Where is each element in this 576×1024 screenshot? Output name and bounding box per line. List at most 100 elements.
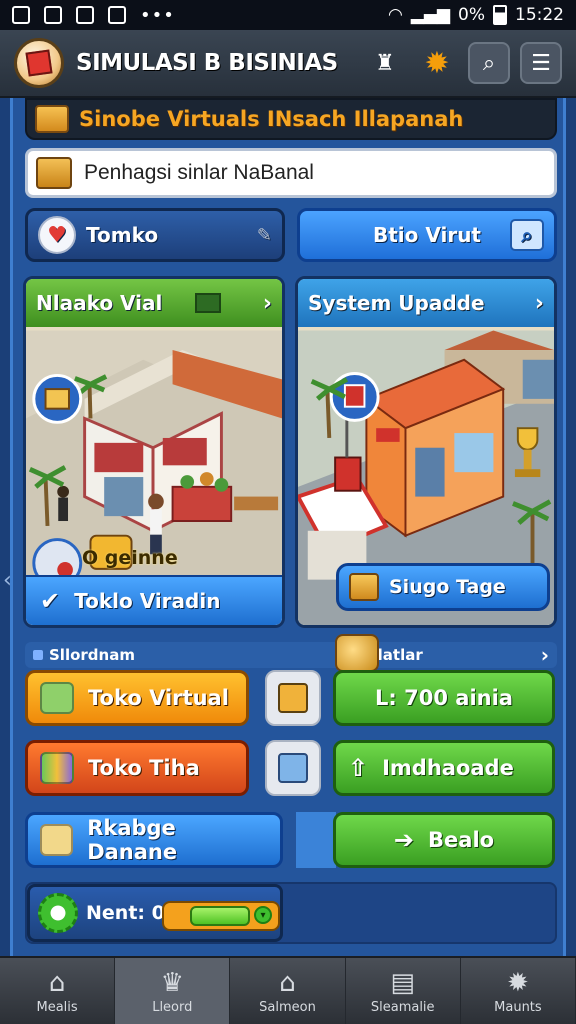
figure-icon[interactable]: ♜ bbox=[364, 42, 406, 84]
wifi-icon: ◠ bbox=[387, 5, 403, 25]
store-visit-button[interactable]: ✔ Toklo Viradin bbox=[26, 575, 282, 625]
search-button[interactable]: ⌕ bbox=[468, 42, 510, 84]
goods-icon bbox=[40, 752, 74, 784]
upgrade-button[interactable]: ⇧ Imdhaoade bbox=[333, 740, 555, 796]
section-title-left: Sllordnam bbox=[49, 646, 135, 664]
toko-pill-label: Tomko bbox=[86, 223, 159, 247]
clock: 15:22 bbox=[515, 5, 564, 25]
toko-virtual-label: Toko Virtual bbox=[88, 686, 229, 710]
bin-icon bbox=[278, 753, 308, 783]
virtual-search-button[interactable]: Btio Virut ⌕ bbox=[297, 208, 557, 262]
chevron-right-icon[interactable]: › bbox=[541, 643, 549, 667]
main-panel: Sinobe Virtuals INsach Illapanah ♥ Tomko… bbox=[3, 98, 566, 956]
document-icon bbox=[40, 824, 74, 856]
nav-item-settings[interactable]: ✹ Maunts bbox=[461, 958, 576, 1024]
settings-gear-icon[interactable]: ✹ bbox=[416, 42, 458, 84]
go-button[interactable]: ➔ Bealo bbox=[333, 812, 555, 868]
edit-icon[interactable]: ✎ bbox=[257, 225, 272, 246]
chevron-down-icon[interactable]: ▾ bbox=[254, 906, 272, 924]
stat-button[interactable]: L: 700 ainia bbox=[333, 670, 555, 726]
t-icon bbox=[76, 6, 94, 24]
nav-item-stats[interactable]: ▤ Sleamalie bbox=[346, 958, 461, 1024]
chevron-right-icon[interactable]: › bbox=[535, 291, 544, 316]
package-icon bbox=[349, 573, 379, 601]
title-banner: Sinobe Virtuals INsach Illapanah bbox=[25, 98, 557, 140]
progress-fill bbox=[190, 906, 250, 926]
toko-tiha-button[interactable]: Toko Tiha bbox=[25, 740, 249, 796]
check-icon: ✔ bbox=[40, 587, 61, 615]
database-button[interactable]: Rkabge Danane bbox=[25, 812, 283, 868]
notification-icon bbox=[108, 6, 126, 24]
gear-icon bbox=[38, 893, 78, 933]
bottom-nav: ⌂ Mealis ♛ Lleord ⌂ Salmeon ▤ Sleamalie … bbox=[0, 956, 576, 1024]
more-notifications-icon: ••• bbox=[140, 4, 175, 26]
store-card[interactable]: Nlaako Vial › O geinne ✔ Toklo Viradin bbox=[23, 276, 285, 628]
app-logo[interactable] bbox=[14, 38, 64, 88]
crate-icon bbox=[278, 683, 308, 713]
bin-icon-button[interactable] bbox=[265, 740, 321, 796]
battery-percent: 0% bbox=[458, 5, 485, 25]
meter-label: Nent: 0 bbox=[86, 902, 165, 924]
nav-item-home[interactable]: ⌂ Mealis bbox=[0, 958, 116, 1024]
toko-pill-button[interactable]: ♥ Tomko ✎ bbox=[25, 208, 285, 262]
meter-row: Nent: 0 ▾ bbox=[25, 882, 557, 944]
app-bar: SIMULASI B BISINIAS ♜ ✹ ⌕ ☰ bbox=[0, 30, 576, 98]
shop-icon: ⌂ bbox=[279, 967, 296, 998]
nav-item-shop[interactable]: ⌂ Salmeon bbox=[230, 958, 346, 1024]
nav-label: Lleord bbox=[152, 999, 193, 1015]
gear-icon: ✹ bbox=[507, 967, 529, 998]
system-upgrade-card[interactable]: System Upadde › Siugo Tage bbox=[295, 276, 557, 628]
megaphone-icon bbox=[335, 634, 379, 672]
upgrade-label: Imdhaoade bbox=[382, 756, 514, 780]
menu-button[interactable]: ☰ bbox=[520, 42, 562, 84]
toko-virtual-button[interactable]: Toko Virtual bbox=[25, 670, 249, 726]
home-icon: ⌂ bbox=[48, 967, 66, 998]
heart-icon: ♥ bbox=[38, 216, 76, 254]
progress-meter: Nent: 0 ▾ bbox=[27, 884, 283, 942]
nav-label: Maunts bbox=[494, 999, 542, 1015]
upload-arrow-icon: ⇧ bbox=[348, 754, 369, 782]
gallery-icon bbox=[12, 6, 30, 24]
section-header: Sllordnam B Flatlar › bbox=[25, 642, 557, 668]
divider-strip bbox=[296, 812, 336, 868]
store-card-title: Nlaako Vial bbox=[36, 291, 163, 315]
stage-button-label: Siugo Tage bbox=[389, 576, 506, 598]
store-visit-label: Toklo Viradin bbox=[74, 589, 221, 613]
package-icon bbox=[36, 157, 72, 189]
list-icon: ☰ bbox=[531, 50, 551, 76]
virtual-search-label: Btio Virut bbox=[372, 223, 481, 247]
system-upgrade-title: System Upadde bbox=[308, 291, 485, 315]
stage-button[interactable]: Siugo Tage bbox=[336, 563, 550, 611]
box-icon bbox=[25, 49, 53, 77]
bullet-icon bbox=[33, 650, 43, 660]
tag-icon bbox=[40, 682, 74, 714]
store-card-header[interactable]: Nlaako Vial › bbox=[26, 279, 282, 327]
search-icon: ⌕ bbox=[482, 50, 496, 76]
app-title: SIMULASI B BISINIAS bbox=[76, 50, 338, 76]
crate-icon-button[interactable] bbox=[265, 670, 321, 726]
nav-item-leaderboard[interactable]: ♛ Lleord bbox=[115, 958, 231, 1024]
toko-tiha-label: Toko Tiha bbox=[88, 756, 200, 780]
arrow-right-icon: ➔ bbox=[393, 826, 415, 854]
database-label: Rkabge Danane bbox=[87, 816, 178, 864]
scroll-left-icon[interactable]: ‹ bbox=[3, 568, 13, 608]
progress-bar[interactable]: ▾ bbox=[162, 901, 280, 931]
search-bar[interactable] bbox=[25, 148, 557, 198]
search-icon[interactable]: ⌕ bbox=[510, 219, 544, 251]
sync-icon bbox=[44, 6, 62, 24]
nav-label: Salmeon bbox=[259, 999, 316, 1015]
battery-icon bbox=[493, 5, 507, 25]
system-upgrade-header[interactable]: System Upadde › bbox=[298, 279, 554, 327]
search-input[interactable] bbox=[84, 161, 524, 185]
signal-icon: ▂▄▆ bbox=[410, 5, 451, 25]
store-badge-text: O geinne bbox=[82, 547, 178, 569]
status-bar: ••• ◠ ▂▄▆ 0% 15:22 bbox=[0, 0, 576, 30]
nav-label: Mealis bbox=[36, 999, 78, 1015]
nav-label: Sleamalie bbox=[370, 999, 435, 1015]
battery-mini-icon bbox=[194, 293, 221, 313]
trophy-icon: ♛ bbox=[160, 967, 184, 998]
chevron-right-icon[interactable]: › bbox=[263, 291, 272, 316]
banner-text: Sinobe Virtuals INsach Illapanah bbox=[79, 107, 464, 131]
stack-icon bbox=[35, 105, 69, 133]
go-label: Bealo bbox=[428, 828, 495, 852]
